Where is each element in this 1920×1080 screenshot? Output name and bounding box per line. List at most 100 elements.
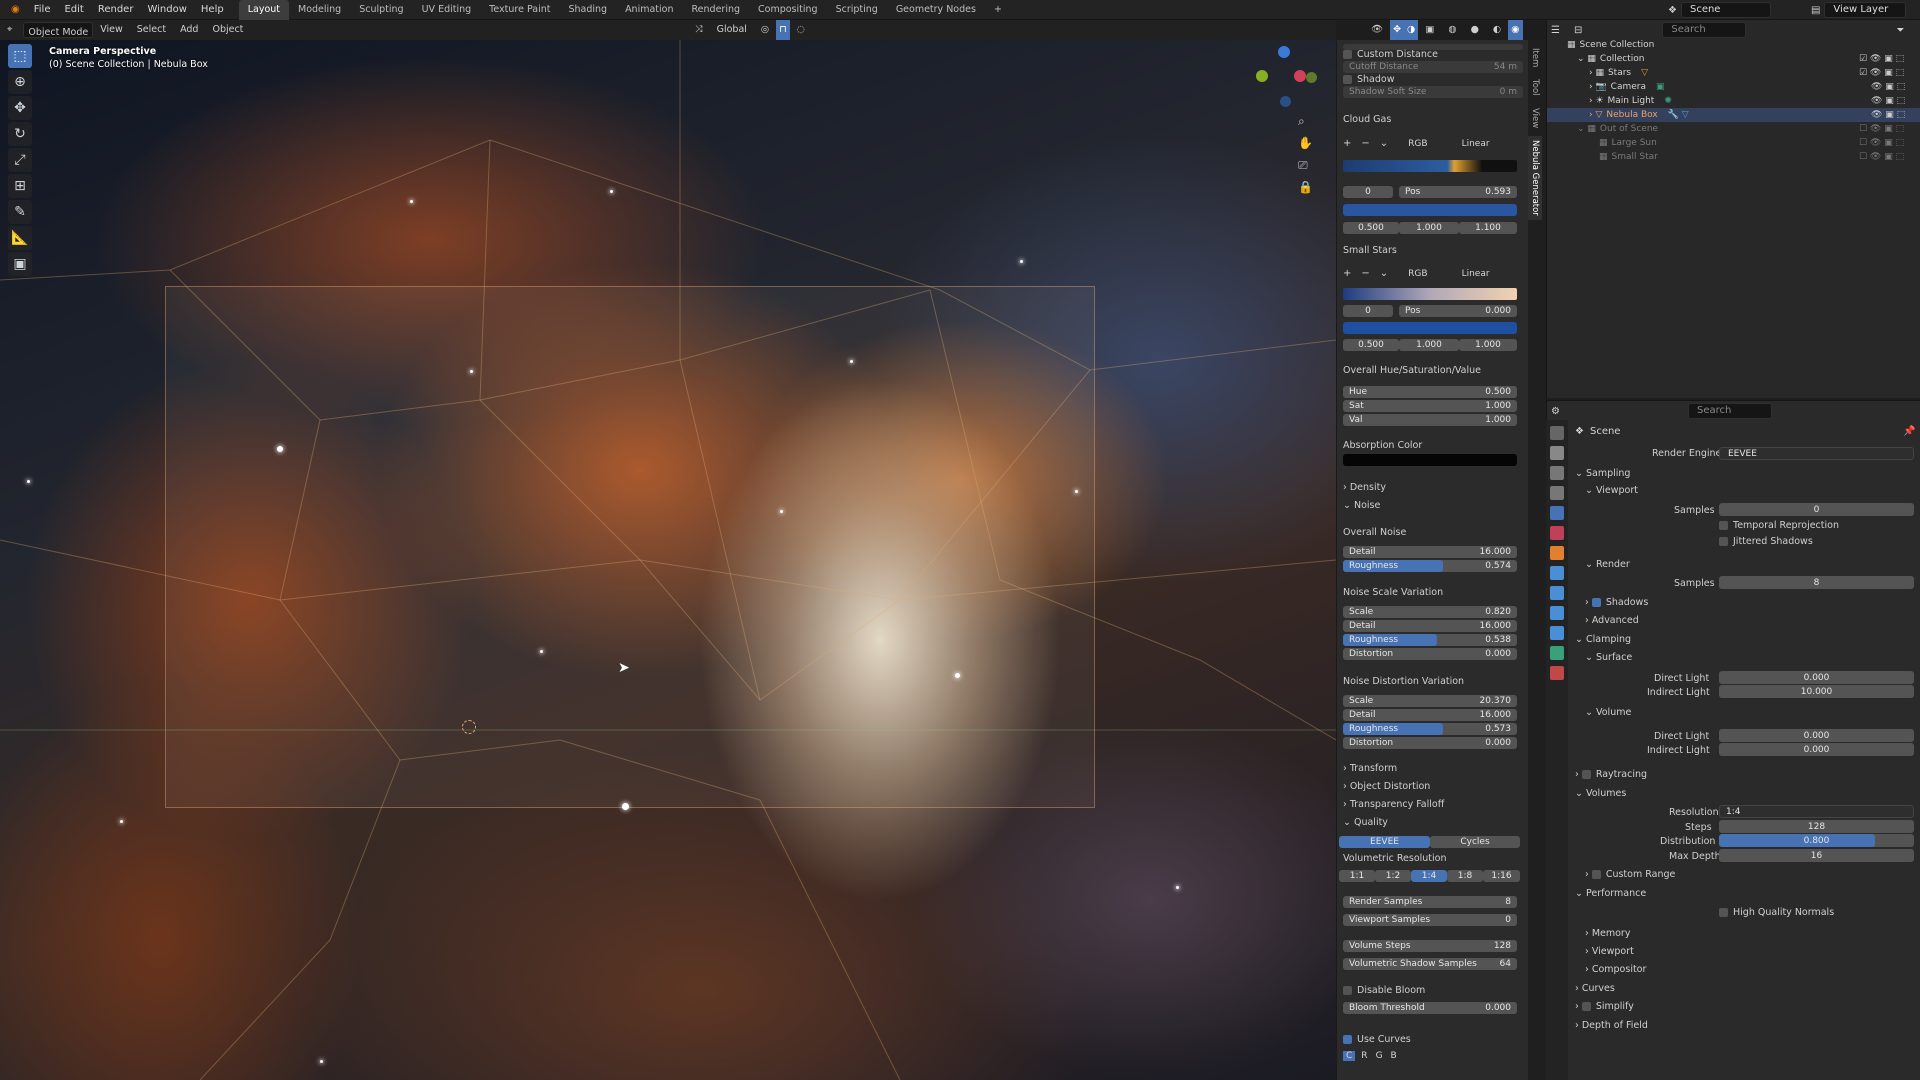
properties-editor-icon[interactable]: ⚙ — [1551, 406, 1560, 417]
outliner-row-stars[interactable]: › ▦ Stars ▽ ☑ 👁 ▣ ⬚ — [1547, 66, 1920, 80]
tool-tab-icon[interactable] — [1550, 426, 1564, 440]
nd-scale-field[interactable]: Scale 20.370 — [1343, 695, 1517, 707]
stop-menu-button[interactable]: ⌄ — [1380, 138, 1388, 149]
cloud-val-2[interactable]: 1.000 — [1399, 222, 1459, 234]
nd-detail-field[interactable]: Detail 16.000 — [1343, 709, 1517, 721]
measure-icon[interactable]: 📐 — [8, 226, 32, 250]
shading-material-icon[interactable]: ◐ — [1486, 20, 1508, 40]
tab-shading[interactable]: Shading — [559, 0, 616, 20]
object-distortion-section[interactable]: › Object Distortion — [1343, 781, 1430, 792]
max-depth-field[interactable]: 16 — [1719, 849, 1914, 862]
tab-geometry-nodes[interactable]: Geometry Nodes — [887, 0, 985, 20]
tab-animation[interactable]: Animation — [616, 0, 682, 20]
camera-view-icon[interactable]: ⎚ — [1298, 154, 1313, 176]
scale-icon[interactable]: ⤢ — [8, 148, 32, 172]
menu-render[interactable]: Render — [91, 0, 141, 20]
tab-modeling[interactable]: Modeling — [289, 0, 350, 20]
bloom-threshold-field[interactable]: Bloom Threshold 0.000 — [1343, 1002, 1517, 1014]
transparency-falloff-section[interactable]: › Transparency Falloff — [1343, 799, 1444, 810]
viewport-menu-select[interactable]: Select — [130, 20, 173, 40]
rotate-icon[interactable]: ↻ — [8, 122, 32, 146]
cloud-val-1[interactable]: 0.500 — [1343, 222, 1399, 234]
vol-res-1-1[interactable]: 1:1 — [1339, 870, 1375, 882]
distribution-field[interactable]: 0.800 — [1719, 834, 1914, 847]
tab-tool[interactable]: Tool — [1528, 75, 1542, 100]
disable-bloom-checkbox[interactable]: Disable Bloom — [1343, 985, 1425, 996]
custom-distance-checkbox[interactable]: Custom Distance — [1343, 49, 1438, 60]
nd-roughness-field[interactable]: Roughness 0.573 — [1343, 723, 1517, 735]
ns-scale-field[interactable]: Scale 0.820 — [1343, 606, 1517, 618]
ns-roughness-field[interactable]: Roughness 0.538 — [1343, 634, 1517, 646]
scene-selector[interactable]: Scene — [1680, 2, 1771, 18]
hue-field[interactable]: Hue 0.500 — [1343, 386, 1517, 398]
overall-detail-field[interactable]: Detail 16.000 — [1343, 546, 1517, 558]
tab-item[interactable]: Item — [1528, 44, 1542, 71]
viewport-samples-field[interactable]: Viewport Samples 0 — [1343, 914, 1517, 926]
visibility-toggles-icon[interactable]: ☑ 👁 ▣ ⬚ — [1859, 68, 1904, 78]
outliner-row-small-star[interactable]: ▦ Small Star ☐ 👁 ▣ ⬚ — [1547, 150, 1920, 164]
clamping-section[interactable]: ⌄ Clamping — [1575, 634, 1631, 645]
curve-channel-g[interactable]: G — [1376, 1051, 1383, 1061]
particles-tab-icon[interactable] — [1550, 586, 1564, 600]
cloud-stop-color[interactable] — [1343, 204, 1517, 216]
v-direct-field[interactable]: 0.000 — [1719, 729, 1914, 742]
proportional-edit-icon[interactable]: ◌ — [790, 20, 812, 40]
editor-type-icon[interactable]: ⌖ — [0, 20, 19, 40]
transform-icon[interactable]: ⊞ — [8, 174, 32, 198]
lock-icon[interactable]: 🔒 — [1298, 176, 1313, 198]
view-layer-selector[interactable]: View Layer — [1824, 2, 1907, 18]
modifier-tab-icon[interactable] — [1550, 566, 1564, 580]
add-stop-button[interactable]: + — [1343, 138, 1351, 149]
r-samples-field[interactable]: 8 — [1719, 576, 1914, 589]
outliner-row-camera[interactable]: › 📷 Camera ▣ 👁 ▣ ⬚ — [1547, 80, 1920, 94]
visibility-icon[interactable]: 👁 — [1364, 20, 1390, 40]
gizmo-icon[interactable]: ✥ — [1390, 20, 1405, 40]
snap-icon[interactable]: ⊓ — [776, 20, 790, 40]
cursor-icon[interactable]: ⊕ — [8, 70, 32, 94]
quality-section[interactable]: ⌄ Quality — [1343, 817, 1388, 828]
add-cube-icon[interactable]: ▣ — [8, 252, 32, 276]
shadow-soft-size-field[interactable]: Shadow Soft Size 0 m — [1343, 86, 1523, 98]
render-engine-select[interactable]: EEVEE — [1719, 447, 1914, 460]
physics-tab-icon[interactable] — [1550, 606, 1564, 620]
blender-logo-icon[interactable]: ◉ — [4, 0, 27, 20]
s-direct-field[interactable]: 0.000 — [1719, 671, 1914, 684]
pan-hand-icon[interactable]: ✋ — [1298, 132, 1313, 154]
tab-layout[interactable]: Layout — [238, 0, 289, 20]
overall-roughness-field[interactable]: Roughness 0.574 — [1343, 560, 1517, 572]
stars-stop-color[interactable] — [1343, 322, 1517, 334]
visibility-toggles-icon[interactable]: 👁 ▣ ⬚ — [1871, 96, 1905, 106]
stars-interp[interactable]: Linear — [1462, 269, 1490, 279]
tab-view[interactable]: View — [1528, 104, 1542, 132]
object-tab-icon[interactable] — [1550, 546, 1564, 560]
stars-color-mode[interactable]: RGB — [1408, 269, 1427, 279]
view-layer-tab-icon[interactable] — [1550, 486, 1564, 500]
compositor-section[interactable]: › Compositor — [1585, 964, 1646, 975]
filter-icon[interactable]: ⏷ — [1896, 25, 1904, 36]
steps-field[interactable]: 128 — [1719, 820, 1914, 833]
scene-tab-icon[interactable] — [1550, 506, 1564, 520]
annotate-icon[interactable]: ✎ — [8, 200, 32, 224]
outliner-row-out-of-scene[interactable]: ⌄ ▦ Out of Scene ☐ 👁 ▣ ⬚ — [1547, 122, 1920, 136]
3d-viewport[interactable]: ➤ Camera Perspective (0) Scene Collectio… — [0, 40, 1336, 1080]
s-indirect-field[interactable]: 10.000 — [1719, 685, 1914, 698]
perf-viewport-section[interactable]: › Viewport — [1585, 946, 1634, 957]
raytracing-section[interactable]: › Raytracing — [1575, 769, 1647, 780]
remove-stop-button[interactable]: − — [1361, 138, 1369, 149]
viewport-menu-view[interactable]: View — [93, 20, 130, 40]
depth-of-field-section[interactable]: › Depth of Field — [1575, 1020, 1648, 1031]
engine-eevee-button[interactable]: EEVEE — [1339, 836, 1430, 848]
ns-detail-field[interactable]: Detail 16.000 — [1343, 620, 1517, 632]
display-mode-icon[interactable]: ⊟ — [1574, 25, 1582, 36]
temporal-reprojection-checkbox[interactable]: Temporal Reprojection — [1719, 520, 1839, 531]
vol-res-1-16[interactable]: 1:16 — [1483, 870, 1520, 882]
cloud-pos-field[interactable]: Pos 0.593 — [1399, 186, 1517, 198]
menu-file[interactable]: File — [27, 0, 58, 20]
vol-res-1-8[interactable]: 1:8 — [1447, 870, 1483, 882]
shadow-checkbox[interactable]: Shadow — [1343, 74, 1395, 85]
sampling-viewport-section[interactable]: ⌄ Viewport — [1585, 485, 1638, 496]
outliner-row-main-light[interactable]: › ☀ Main Light ✺ 👁 ▣ ⬚ — [1547, 94, 1920, 108]
advanced-section[interactable]: › Advanced — [1585, 615, 1639, 626]
jittered-shadows-checkbox[interactable]: Jittered Shadows — [1719, 536, 1813, 547]
tab-sculpting[interactable]: Sculpting — [350, 0, 412, 20]
